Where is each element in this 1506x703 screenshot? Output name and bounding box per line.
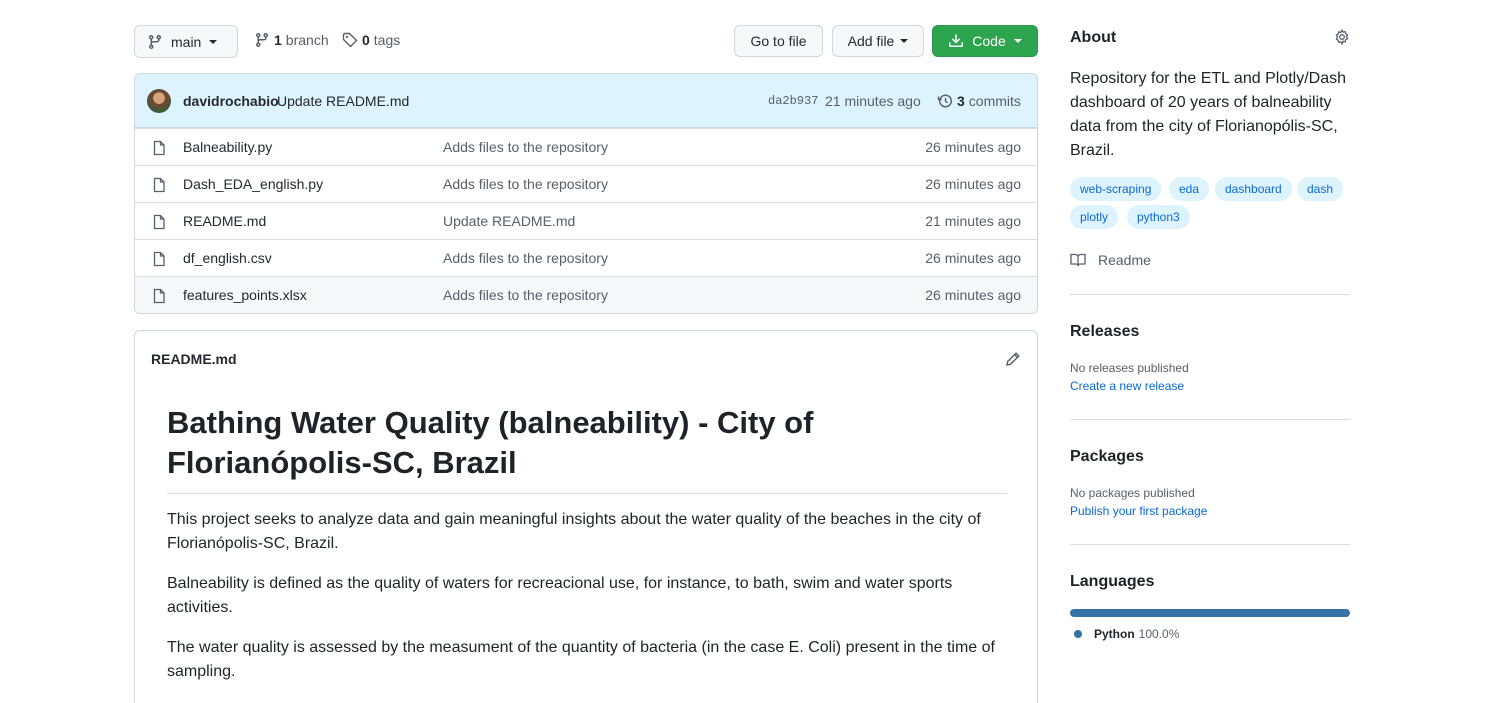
file-row[interactable]: features_points.xlsx Adds files to the r… <box>135 276 1037 313</box>
commits-label: commits <box>968 93 1021 109</box>
file-name[interactable]: Dash_EDA_english.py <box>183 176 323 192</box>
go-to-file-button[interactable]: Go to file <box>734 25 823 57</box>
file-icon <box>153 251 165 267</box>
file-icon <box>153 288 165 304</box>
history-icon <box>937 94 953 108</box>
file-age: 26 minutes ago <box>925 176 1021 192</box>
git-branch-icon <box>255 33 268 48</box>
sidebar-divider <box>1070 544 1350 545</box>
file-name[interactable]: features_points.xlsx <box>183 287 307 303</box>
sidebar-divider <box>1070 294 1350 295</box>
file-commit-message[interactable]: Adds files to the repository <box>443 287 608 303</box>
readme-link[interactable]: Readme <box>1070 252 1151 268</box>
topic-tag[interactable]: dash <box>1297 177 1344 201</box>
file-age: 21 minutes ago <box>925 213 1021 229</box>
releases-heading[interactable]: Releases <box>1070 323 1139 341</box>
language-percent: 100.0% <box>1138 627 1180 641</box>
file-icon <box>153 177 165 193</box>
tag-count: 0 <box>362 32 370 48</box>
file-browser: davidrochabio Update README.md da2b937 2… <box>134 73 1038 314</box>
readme-paragraph: This project seeks to analyze data and g… <box>167 511 981 552</box>
readme-paragraph: Balneability is defined as the quality o… <box>167 575 953 616</box>
file-commit-message[interactable]: Adds files to the repository <box>443 139 608 155</box>
tags-link[interactable]: 0 tags <box>342 32 400 48</box>
chevron-down-icon <box>1013 39 1022 43</box>
commit-sha[interactable]: da2b937 <box>768 94 818 108</box>
languages-heading: Languages <box>1070 573 1155 590</box>
file-age: 26 minutes ago <box>925 139 1021 155</box>
commit-author[interactable]: davidrochabio <box>183 93 279 109</box>
file-row[interactable]: Balneability.py Adds files to the reposi… <box>135 128 1037 165</box>
chevron-down-icon <box>209 39 218 44</box>
code-button[interactable]: Code <box>932 25 1038 57</box>
file-name[interactable]: Balneability.py <box>183 139 272 155</box>
language-color-dot <box>1074 630 1082 638</box>
about-description: Repository for the ETL and Plotly/Dash d… <box>1070 70 1346 159</box>
create-release-link[interactable]: Create a new release <box>1070 379 1184 393</box>
file-name[interactable]: df_english.csv <box>183 250 272 266</box>
git-branch-icon <box>148 34 161 49</box>
releases-empty-text: No releases published <box>1070 361 1189 375</box>
topic-tag[interactable]: eda <box>1169 177 1210 201</box>
commits-link[interactable]: 3 commits <box>937 93 1021 109</box>
file-commit-message[interactable]: Update README.md <box>443 213 575 229</box>
language-item[interactable]: Python 100.0% <box>1070 627 1179 641</box>
chevron-down-icon <box>900 39 909 43</box>
add-file-label: Add file <box>847 33 895 49</box>
publish-package-link[interactable]: Publish your first package <box>1070 504 1207 518</box>
commit-message[interactable]: Update README.md <box>277 93 409 109</box>
file-commit-message[interactable]: Adds files to the repository <box>443 176 608 192</box>
download-icon <box>949 34 964 47</box>
file-row[interactable]: README.md Update README.md 21 minutes ag… <box>135 202 1037 239</box>
language-name: Python <box>1094 627 1135 641</box>
commit-age: 21 minutes ago <box>825 93 921 109</box>
add-file-button[interactable]: Add file <box>832 25 924 57</box>
topic-tag[interactable]: plotly <box>1070 205 1119 229</box>
readme-link-label: Readme <box>1098 252 1151 268</box>
readme-filename[interactable]: README.md <box>151 351 237 367</box>
topic-tag[interactable]: web-scraping <box>1070 177 1162 201</box>
readme-paragraph: The water quality is assessed by the mea… <box>167 639 995 680</box>
commits-count: 3 <box>957 93 965 109</box>
file-age: 26 minutes ago <box>925 250 1021 266</box>
go-to-file-label: Go to file <box>750 33 807 49</box>
topic-tag[interactable]: dashboard <box>1215 177 1292 201</box>
file-row[interactable]: df_english.csv Adds files to the reposit… <box>135 239 1037 276</box>
topic-tag[interactable]: python3 <box>1127 205 1190 229</box>
file-name[interactable]: README.md <box>183 213 266 229</box>
branches-link[interactable]: 1 branch <box>254 32 329 48</box>
file-row[interactable]: Dash_EDA_english.py Adds files to the re… <box>135 165 1037 202</box>
branch-name: main <box>171 33 202 50</box>
pencil-icon[interactable] <box>1005 351 1021 367</box>
language-bar <box>1070 609 1350 617</box>
avatar[interactable] <box>147 89 171 113</box>
book-icon <box>1070 253 1086 267</box>
latest-commit-bar: davidrochabio Update README.md da2b937 2… <box>135 74 1037 128</box>
file-age: 26 minutes ago <box>925 287 1021 303</box>
gear-icon[interactable] <box>1334 29 1350 45</box>
sidebar-divider <box>1070 419 1350 420</box>
tag-icon <box>342 32 358 48</box>
packages-empty-text: No packages published <box>1070 486 1195 500</box>
tag-label: tags <box>373 32 401 48</box>
branch-select-button[interactable]: main <box>134 25 238 58</box>
packages-heading[interactable]: Packages <box>1070 448 1144 466</box>
about-heading: About <box>1070 29 1117 46</box>
file-icon <box>153 140 165 156</box>
file-commit-message[interactable]: Adds files to the repository <box>443 250 608 266</box>
readme-title: Bathing Water Quality (balneability) - C… <box>167 403 1007 494</box>
branch-count: 1 <box>274 32 282 48</box>
code-label: Code <box>972 33 1006 49</box>
branch-label: branch <box>285 32 329 48</box>
file-icon <box>153 214 165 230</box>
readme-panel: README.md Bathing Water Quality (balneab… <box>134 330 1038 703</box>
